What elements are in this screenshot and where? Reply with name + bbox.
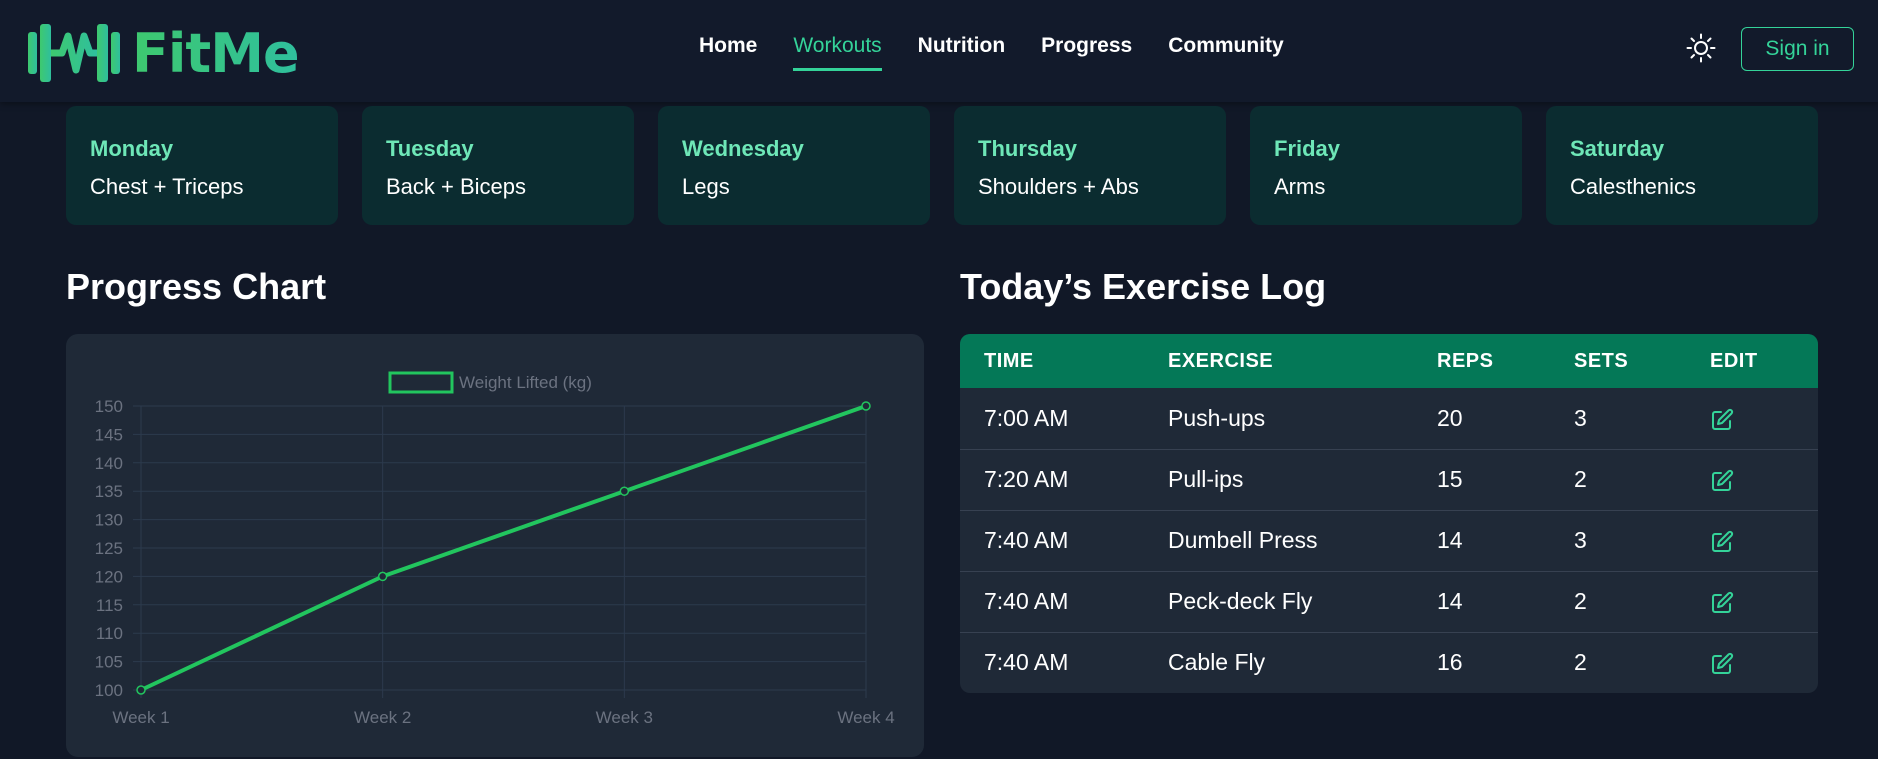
edit-icon[interactable] [1710, 469, 1734, 493]
data-point [619, 486, 630, 496]
day-name: Saturday [1570, 136, 1665, 161]
y-tick-label: 120 [95, 567, 123, 586]
y-tick-label: 145 [95, 425, 123, 444]
main-nav: Home Workouts Nutrition Progress Communi… [699, 34, 1320, 71]
table-row: 7:20 AM Pull-ips 15 2 [960, 449, 1818, 510]
cell-edit [1686, 388, 1818, 449]
cell-edit [1686, 632, 1818, 693]
data-point [136, 685, 146, 695]
day-card-thursday[interactable]: Thursday Shoulders + Abs [954, 106, 1226, 225]
y-tick-label: 115 [96, 596, 123, 615]
column-header-time: TIME [984, 349, 1034, 372]
exercise-log-table: TIME EXERCISE REPS SETS EDIT 7:00 AM Push… [960, 334, 1818, 693]
cell-edit [1686, 510, 1818, 571]
cell-edit [1686, 449, 1818, 510]
cell-exercise: Cable Fly [1168, 649, 1266, 676]
table-row: 7:40 AM Cable Fly 16 2 [960, 632, 1818, 693]
x-tick-label: Week 4 [837, 708, 894, 727]
edit-icon[interactable] [1710, 530, 1734, 554]
sign-in-button[interactable]: Sign in [1741, 27, 1854, 71]
cell-time: 7:40 AM [984, 649, 1069, 676]
progress-chart-title: Progress Chart [66, 266, 327, 307]
theme-toggle-button[interactable] [1686, 33, 1716, 63]
x-tick-label: Week 3 [596, 708, 653, 727]
day-card-friday[interactable]: Friday Arms [1250, 106, 1522, 225]
x-tick-label: Week 2 [354, 708, 411, 727]
cell-time: 7:20 AM [984, 466, 1069, 492]
column-header-edit: EDIT [1710, 349, 1758, 372]
top-navbar: FitMe Home Workouts Nutrition Progress C… [0, 0, 1878, 102]
y-tick-label: 105 [95, 653, 123, 672]
cell-reps: 14 [1437, 588, 1463, 614]
y-tick-label: 100 [95, 681, 123, 700]
day-name: Monday [90, 136, 174, 161]
day-focus: Legs [682, 174, 730, 199]
exercise-log-title: Today’s Exercise Log [960, 266, 1327, 307]
y-tick-label: 110 [96, 624, 123, 643]
table-row: 7:40 AM Peck-deck Fly 14 2 [960, 571, 1818, 632]
cell-time: 7:40 AM [984, 527, 1069, 553]
y-tick-label: 135 [95, 482, 123, 501]
table-row: 7:40 AM Dumbell Press 14 3 [960, 510, 1818, 571]
x-tick-label: Week 1 [112, 708, 169, 727]
cell-sets: 3 [1574, 527, 1587, 553]
cell-reps: 16 [1437, 649, 1463, 676]
day-name: Friday [1274, 136, 1341, 161]
day-card-tuesday[interactable]: Tuesday Back + Biceps [362, 106, 634, 225]
cell-reps: 20 [1437, 404, 1463, 431]
day-focus: Chest + Triceps [90, 174, 244, 199]
cell-exercise: Dumbell Press [1168, 527, 1318, 553]
day-name: Tuesday [386, 136, 474, 161]
nav-home[interactable]: Home [699, 34, 757, 71]
column-header-exercise: EXERCISE [1168, 349, 1274, 372]
progress-chart-card: 100 105 110 115 120 125 130 135 140 145 150 Week 1 W… [66, 334, 924, 757]
edit-icon[interactable] [1710, 591, 1734, 615]
day-focus: Calesthenics [1570, 174, 1696, 199]
y-tick-label: 130 [95, 511, 123, 530]
edit-icon[interactable] [1710, 652, 1734, 676]
cell-sets: 3 [1574, 404, 1587, 431]
data-point [377, 571, 388, 582]
weekly-schedule: Monday Chest + Triceps Tuesday Back + Bi… [66, 106, 1818, 225]
column-header-sets: SETS [1574, 349, 1629, 372]
dumbbell-logo-icon [28, 24, 120, 82]
brand-name: FitMe [132, 21, 300, 85]
day-focus: Shoulders + Abs [978, 174, 1139, 199]
data-point [861, 401, 871, 411]
table-row: 7:00 AM Push-ups 20 3 [960, 388, 1818, 449]
cell-reps: 15 [1437, 466, 1463, 492]
day-name: Thursday [978, 136, 1078, 161]
cell-exercise: Peck-deck Fly [1168, 588, 1313, 614]
nav-workouts[interactable]: Workouts [793, 34, 882, 71]
table-header-row: TIME EXERCISE REPS SETS EDIT [960, 334, 1818, 388]
cell-exercise: Pull-ips [1168, 466, 1244, 492]
day-card-wednesday[interactable]: Wednesday Legs [658, 106, 930, 225]
nav-progress[interactable]: Progress [1041, 34, 1132, 71]
cell-sets: 2 [1574, 466, 1587, 492]
cell-edit [1686, 571, 1818, 632]
cell-time: 7:00 AM [984, 404, 1069, 431]
progress-line-chart: 100 105 110 115 120 125 130 135 140 145 150 Week 1 W… [95, 371, 895, 727]
day-focus: Back + Biceps [386, 174, 527, 199]
y-tick-label: 140 [95, 454, 123, 473]
cell-reps: 14 [1437, 527, 1463, 553]
day-focus: Arms [1274, 174, 1326, 199]
y-tick-label: 125 [95, 539, 123, 558]
nav-community[interactable]: Community [1168, 34, 1284, 71]
legend-swatch [388, 371, 454, 394]
cell-exercise: Push-ups [1168, 404, 1266, 431]
column-header-reps: REPS [1437, 349, 1494, 372]
edit-icon[interactable] [1710, 408, 1734, 432]
cell-sets: 2 [1574, 588, 1587, 614]
cell-time: 7:40 AM [984, 588, 1069, 614]
cell-sets: 2 [1574, 649, 1587, 676]
day-name: Wednesday [682, 136, 804, 161]
legend-label: Weight Lifted (kg) [459, 373, 592, 392]
nav-nutrition[interactable]: Nutrition [918, 34, 1005, 71]
sun-icon [1686, 33, 1716, 63]
day-card-saturday[interactable]: Saturday Calesthenics [1546, 106, 1818, 225]
y-tick-label: 150 [95, 397, 123, 416]
day-card-monday[interactable]: Monday Chest + Triceps [66, 106, 338, 225]
logo[interactable]: FitMe [28, 21, 300, 85]
